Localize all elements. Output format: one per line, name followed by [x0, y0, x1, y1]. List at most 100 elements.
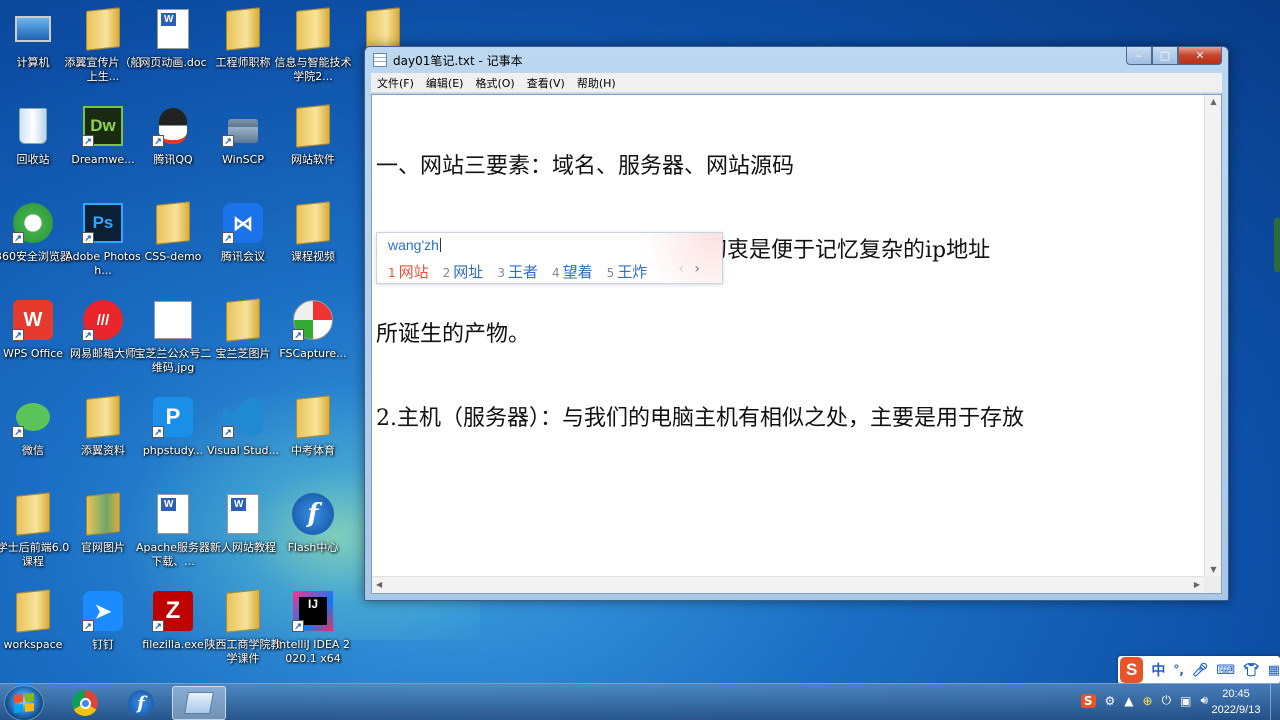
desktop-icon-engineer-title[interactable]: 工程师职称 [208, 6, 278, 98]
ime-pinyin-input: wang'zh [388, 237, 441, 253]
desktop-icon-web-animation-doc[interactable]: W 网页动画.doc [138, 6, 208, 98]
desktop-icon-wps[interactable]: W ↗ WPS Office [0, 297, 68, 389]
notepad-titlebar[interactable]: day01笔记.txt - 记事本 [365, 47, 1228, 73]
ime-next-page-icon[interactable]: › [694, 261, 700, 277]
power-plug-icon[interactable]: ⏻ [1162, 693, 1172, 708]
desktop-icon-website-software[interactable]: 网站软件 [278, 103, 348, 195]
ime-candidate[interactable]: 1 网站 [388, 261, 429, 282]
desktop-icon-photoshop[interactable]: Ps ↗ Adobe Photosh... [65, 200, 141, 292]
text-content[interactable]: 一、网站三要素：域名、服务器、网站源码 1.域名：通俗来说是网站地址，其初衷是便… [376, 97, 1203, 575]
desktop-icon-pe-exam[interactable]: 中考体育 [278, 394, 348, 486]
desktop-icon-course-folder[interactable]: 学士后前端6.0课程 [0, 491, 69, 583]
tray-settings-icon[interactable]: ⚙ [1105, 694, 1116, 708]
desktop-icon-visual-studio[interactable]: ↗ Visual Stud... [207, 394, 279, 486]
desktop-icon-label: 宝芝兰公众号二维码.jpg [134, 347, 212, 374]
ime-candidate[interactable]: 2 网址 [443, 261, 484, 282]
desktop-icon-workspace[interactable]: workspace [0, 588, 68, 680]
scroll-right-arrow-icon[interactable]: ▶ [1194, 580, 1200, 589]
taskbar-clock[interactable]: 20:45 2022/9/13 [1206, 686, 1266, 718]
desktop-icon-phpstudy[interactable]: P ↗ phpstudy... [138, 394, 208, 486]
text-editor[interactable]: 一、网站三要素：域名、服务器、网站源码 1.域名：通俗来说是网站地址，其初衷是便… [371, 94, 1222, 594]
desktop-icon-tencent-meeting[interactable]: ⋈ ↗ 腾讯会议 [208, 200, 278, 292]
desktop-icon-promo-folder[interactable]: 添翼宣传片（船上生... [65, 6, 142, 98]
desktop-icon-dingtalk[interactable]: ➤ ↗ 钉钉 [68, 588, 138, 680]
recycle-bin-icon [10, 103, 56, 149]
ime-prev-page-icon[interactable]: ‹ [678, 261, 684, 277]
desktop-icon-label: WinSCP [222, 153, 264, 166]
menu-view[interactable]: 查看(V) [521, 75, 571, 91]
show-desktop-button[interactable] [1270, 684, 1280, 720]
desktop-icon-new-site-tutorial[interactable]: W 新人网站教程 [208, 491, 278, 583]
vertical-scrollbar[interactable]: ▲ ▼ [1204, 95, 1221, 576]
toolbox-grid-icon[interactable]: ▦ [1268, 663, 1280, 678]
sogou-logo-icon[interactable]: S [1120, 657, 1144, 683]
desktop-icon-flash-center[interactable]: f Flash中心 [278, 491, 348, 583]
scroll-left-arrow-icon[interactable]: ◀ [376, 580, 382, 589]
folder-icon [290, 103, 336, 149]
menu-file[interactable]: 文件(F) [371, 75, 420, 91]
desktop-icon-fscapture[interactable]: ↗ FSCapture... [278, 297, 348, 389]
taskbar-chrome[interactable] [58, 686, 112, 720]
taskbar-flash[interactable]: f [114, 686, 168, 720]
horizontal-scrollbar[interactable]: ◀ ▶ [372, 576, 1204, 593]
desktop-icon-intellij[interactable]: IJ ↗ IntelliJ IDEA 2020.1 x64 [276, 588, 350, 680]
ime-candidate[interactable]: 3 王者 [497, 261, 538, 282]
scroll-up-arrow-icon[interactable]: ▲ [1205, 97, 1222, 106]
desktop-icon-apache-doc[interactable]: W Apache服务器下载、... [136, 491, 210, 583]
desktop-icon-shaanxi-courseware[interactable]: 陕西工商学院教学课件 [205, 588, 282, 680]
ime-mode-chinese[interactable]: 中 [1151, 660, 1165, 680]
maximize-button[interactable]: □ [1152, 47, 1178, 65]
folder-icon [80, 6, 126, 52]
desktop-icon-netease-mail[interactable]: /// ↗ 网易邮箱大师 [68, 297, 138, 389]
desktop-icon-filezilla[interactable]: Z ↗ filezilla.exe [138, 588, 208, 680]
menu-edit[interactable]: 编辑(E) [420, 75, 470, 91]
close-button[interactable]: ✕ [1178, 47, 1222, 65]
ime-candidate-number: 3 [497, 266, 505, 280]
notepad-window[interactable]: day01笔记.txt - 记事本 – □ ✕ 文件(F) 编辑(E) 格式(O… [364, 46, 1229, 601]
winscp-lock-icon: ↗ [220, 103, 266, 149]
desktop-icon-css-demo[interactable]: CSS-demo [138, 200, 208, 292]
desktop-icon-dreamweaver[interactable]: Dw ↗ Dreamwe... [68, 103, 138, 195]
folder-icon [10, 588, 56, 634]
menu-format[interactable]: 格式(O) [469, 75, 520, 91]
minimize-button[interactable]: – [1126, 47, 1152, 65]
menu-help[interactable]: 帮助(H) [571, 75, 622, 91]
desktop-icon-site-images[interactable]: 官网图片 [68, 491, 138, 583]
ime-candidate[interactable]: 4 望着 [552, 261, 593, 282]
desktop-icon-course-videos[interactable]: 课程视频 [278, 200, 348, 292]
network-icon[interactable]: ▣ [1180, 694, 1191, 708]
start-button[interactable] [4, 685, 44, 720]
sogou-tray-icon[interactable]: S [1080, 693, 1096, 708]
desktop-icon-qrcode-jpg[interactable]: 宝芝兰公众号二维码.jpg [135, 297, 212, 389]
skin-shirt-icon[interactable]: 👕︎ [1243, 663, 1260, 678]
intellij-idea-icon: IJ ↗ [290, 588, 336, 634]
ime-candidate[interactable]: 5 王炸 [607, 261, 648, 282]
wechat-icon: ↗ [10, 394, 56, 440]
desktop-icon-label: 网站软件 [291, 153, 335, 166]
desktop-icon-baolanzhi-images[interactable]: 宝兰芝图片 [208, 297, 278, 389]
tray-plus-icon[interactable]: ⊕ [1143, 694, 1153, 708]
ime-page-nav: ‹ › [678, 261, 700, 277]
desktop-icon-winscp[interactable]: ↗ WinSCP [208, 103, 278, 195]
folder-icon [290, 394, 336, 440]
desktop-icon-computer[interactable]: 计算机 [0, 6, 68, 98]
scroll-down-arrow-icon[interactable]: ▼ [1205, 565, 1222, 574]
desktop-icon-recycle-bin[interactable]: 回收站 [0, 103, 68, 195]
desktop-icon-qq[interactable]: ↗ 腾讯QQ [138, 103, 208, 195]
microphone-icon[interactable]: 🎤︎ [1192, 663, 1209, 678]
punctuation-mode-icon[interactable]: °, [1173, 663, 1184, 677]
desktop-icon-wechat[interactable]: ↗ 微信 [0, 394, 68, 486]
folder-icon [220, 297, 266, 343]
fscapture-icon: ↗ [290, 297, 336, 343]
taskbar-notepad[interactable] [172, 686, 226, 720]
desktop-icon-label: 宝兰芝图片 [215, 347, 271, 360]
ime-candidate-number: 1 [388, 266, 396, 280]
desktop-icon-tianyi-folder[interactable]: 添翼资料 [68, 394, 138, 486]
keyboard-icon[interactable]: ⌨︎ [1216, 663, 1235, 678]
desktop-icon-360-browser[interactable]: ↗ 360安全浏览器 [0, 200, 71, 292]
desktop-icon-label: WPS Office [2, 347, 64, 360]
desktop-icon-info-tech-college[interactable]: 信息与智能技术学院2... [275, 6, 352, 98]
folder-icon [150, 200, 196, 246]
text-line: 所诞生的产物。 [376, 322, 531, 347]
show-hidden-icons-icon[interactable]: ▲ [1124, 694, 1133, 708]
